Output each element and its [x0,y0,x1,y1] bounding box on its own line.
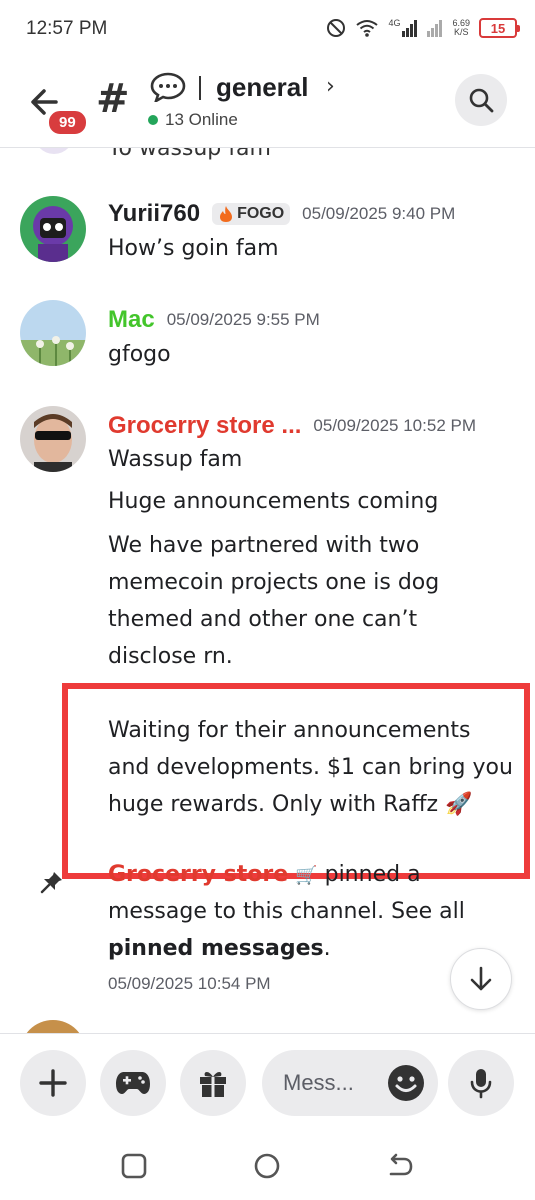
wifi-icon [356,20,379,37]
message-input-placeholder: Mess... [283,1070,354,1095]
fire-icon [220,206,233,222]
thread-bubble-icon[interactable] [150,72,186,102]
gift-button[interactable] [180,1050,246,1116]
channel-header: 99 # general › 13 Online [0,62,535,148]
timestamp: 05/09/2025 9:40 PM [302,204,456,223]
system-author[interactable]: Grocerry store [108,862,288,887]
network-speed: 6.69 K/S [452,18,470,37]
header-divider [199,76,201,100]
server-tag[interactable]: FOGO [212,203,291,225]
status-bar: 12:57 PM 4G 6.69 K/S 15 [0,0,535,62]
search-icon [469,88,494,113]
add-attachment-button[interactable] [20,1050,86,1116]
message-header: Yurii760 FOGO 05/09/2025 9:40 PM [108,200,455,228]
plus-icon [39,1069,67,1097]
system-text: pinned messages. [108,930,331,967]
message-text: memecoin projects one is dog [108,570,440,595]
message-list[interactable]: Yo wassup fam Yurii760 FOGO 05/09/2025 9… [0,148,535,1033]
avatar[interactable] [20,1020,86,1033]
status-time: 12:57 PM [26,18,108,39]
timestamp: 05/09/2025 10:54 PM [108,974,271,993]
arrow-down-icon [470,966,492,991]
author-name[interactable]: Yurii760 [108,200,200,228]
scroll-to-bottom-button[interactable] [450,948,512,1010]
system-nav-bar [0,1133,535,1200]
message-header: Mac 05/09/2025 9:55 PM [108,306,320,334]
message-text: Wassup fam [108,447,243,472]
online-dot-icon [148,115,158,125]
activities-button[interactable] [100,1050,166,1116]
author-name[interactable]: Grocerry store ... [108,412,301,440]
avatar[interactable] [20,406,86,472]
system-action: pinned a [324,862,421,887]
voice-message-button[interactable] [448,1050,514,1116]
timestamp: 05/09/2025 10:52 PM [313,416,476,435]
channel-hash-icon: # [96,76,130,122]
message-header: Grocerry store ... 05/09/2025 10:52 PM [108,412,476,440]
signal-icon [427,20,443,37]
online-count: 13 Online [165,110,238,129]
cart-icon: 🛒 [295,865,318,886]
message-text: themed and other one can’t [108,607,418,632]
online-status: 13 Online [148,110,238,130]
highlight-box [62,683,530,879]
system-text: message to this channel. See all [108,899,465,924]
message-text: We have partnered with two [108,533,420,558]
battery-icon: 15 [479,18,520,38]
unread-badge: 99 [46,108,89,137]
signal-4g-icon: 4G [388,19,418,37]
system-text: Grocerry store 🛒 pinned a [108,856,421,894]
home-icon[interactable] [252,1151,282,1181]
search-button[interactable] [455,74,507,126]
do-not-disturb-icon [327,19,346,37]
back-nav-icon[interactable] [385,1151,415,1181]
pin-icon [40,872,62,894]
gamepad-icon [116,1072,150,1094]
timestamp: 05/09/2025 9:55 PM [166,310,320,329]
gift-icon [200,1072,226,1097]
message-text: How’s goin fam [108,236,279,261]
recent-apps-icon[interactable] [119,1151,149,1181]
pinned-messages-link[interactable]: pinned messages [108,936,324,961]
author-name[interactable]: Mac [108,306,155,334]
message-text: Huge announcements coming [108,489,439,514]
avatar[interactable] [20,196,86,262]
tag-label: FOGO [237,205,285,222]
chevron-right-icon[interactable]: › [326,74,335,99]
avatar[interactable] [34,148,74,154]
avatar[interactable] [20,300,86,366]
message-text: gfogo [108,342,171,367]
emoji-icon[interactable] [386,1063,426,1103]
message-text: disclose rn. [108,644,233,669]
microphone-icon [470,1069,492,1099]
message-text: Yo wassup fam [108,148,271,161]
system-suffix: . [323,936,331,961]
message-composer: Mess... [0,1033,535,1133]
channel-name[interactable]: general [216,72,309,103]
message-input[interactable]: Mess... [262,1050,438,1116]
status-icons: 4G 6.69 K/S 15 [326,18,520,38]
